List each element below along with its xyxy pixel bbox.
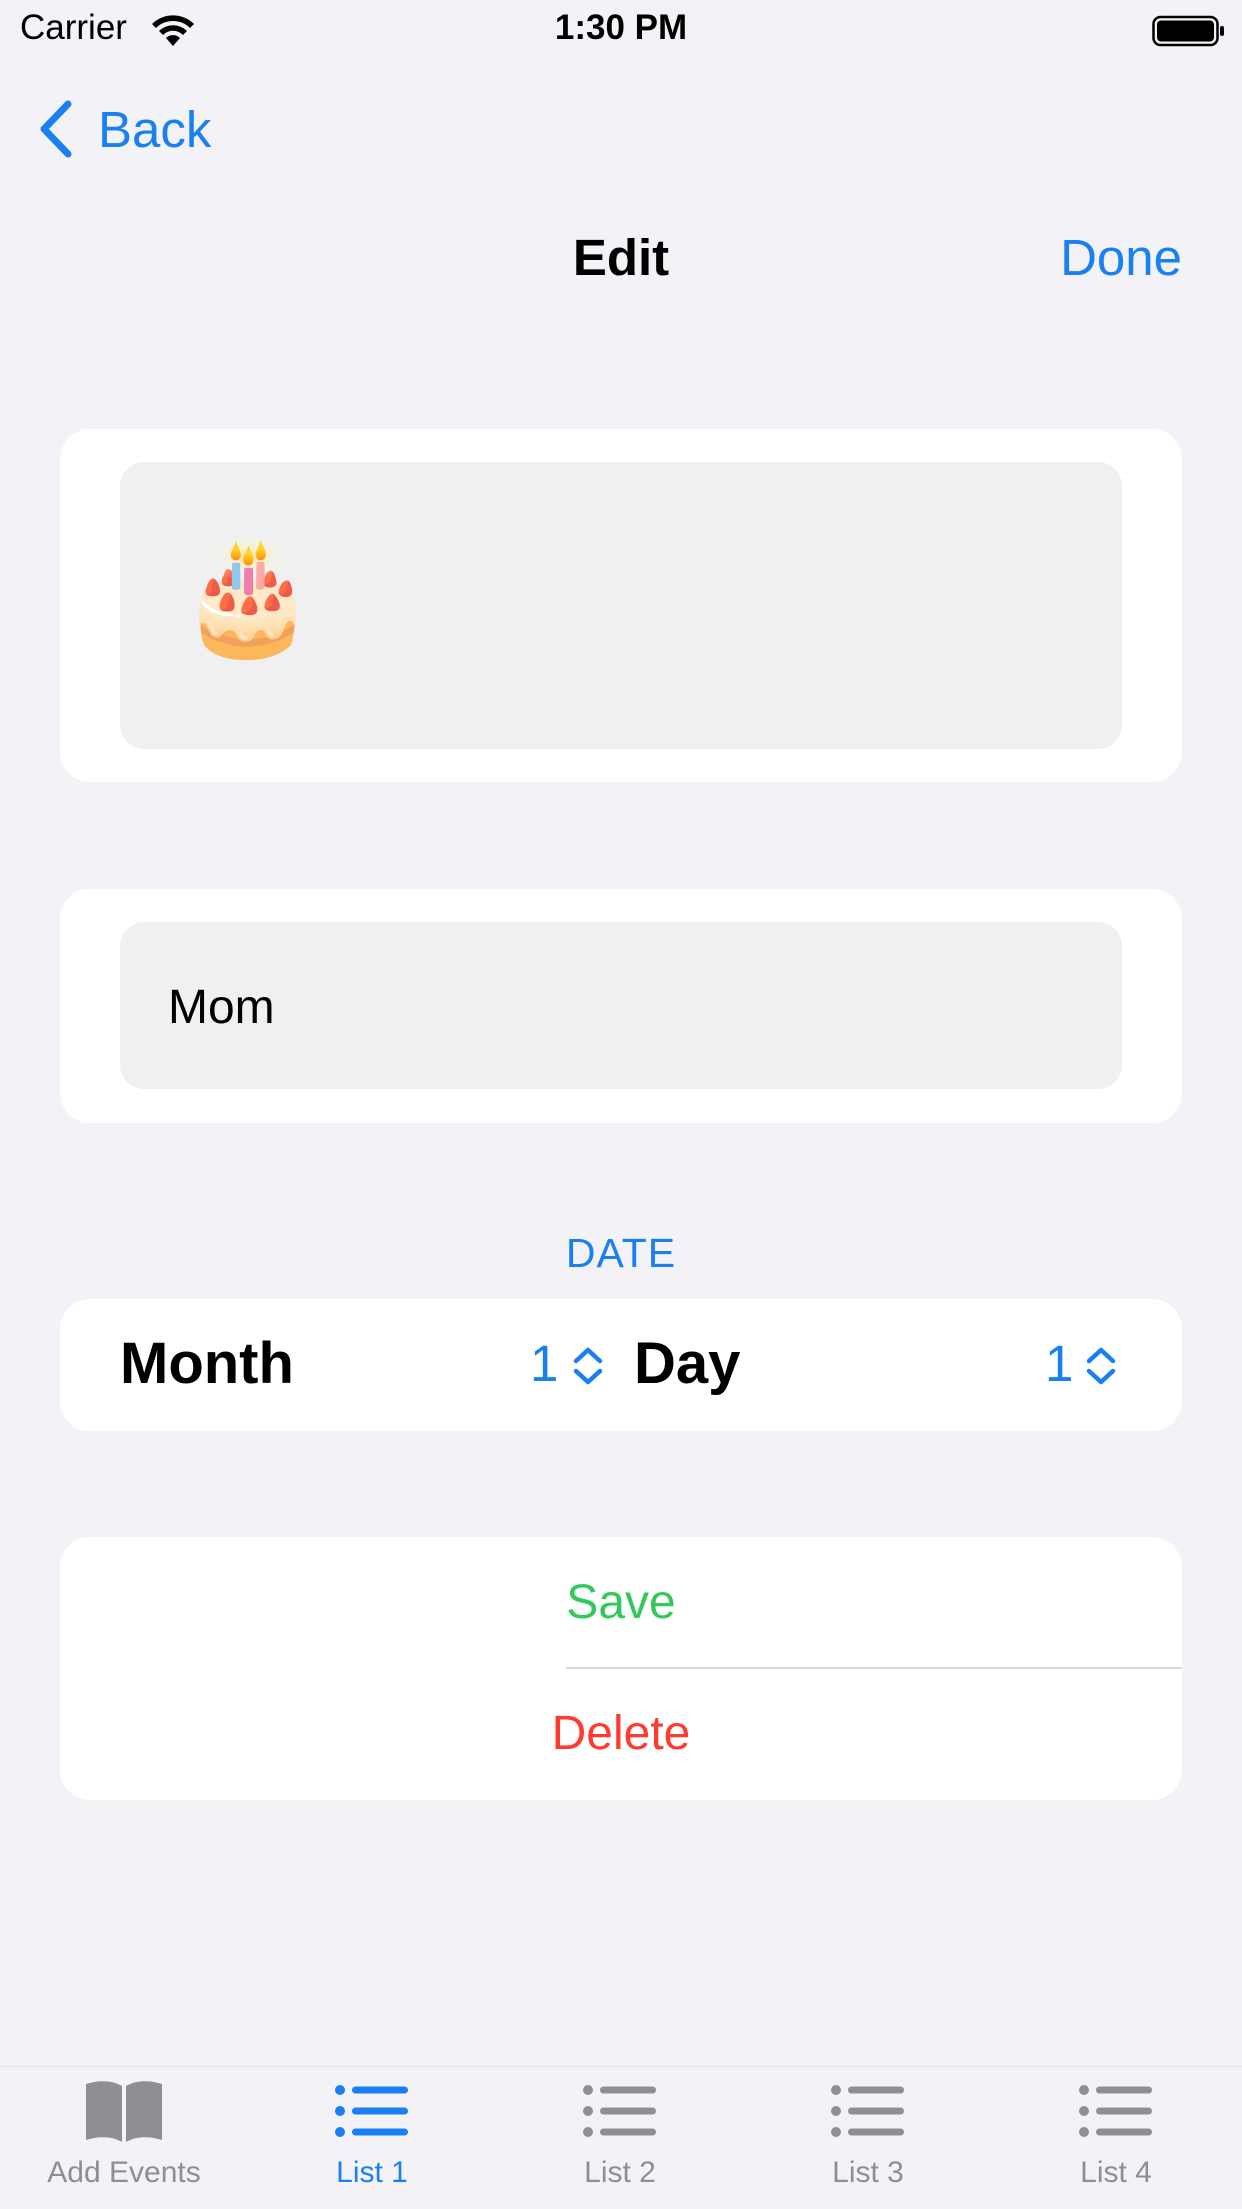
tab-label: List 3: [832, 2156, 904, 2189]
tab-label: List 1: [336, 2156, 408, 2189]
emoji-value: 🎂: [178, 533, 318, 658]
page-title: Edit: [572, 229, 670, 286]
book-icon: [86, 2081, 162, 2142]
month-value[interactable]: 1: [530, 1334, 558, 1393]
back-label: Back: [98, 100, 212, 158]
list-icon: [831, 2085, 904, 2137]
back-button[interactable]: Back: [36, 94, 211, 164]
day-label: Day: [634, 1331, 741, 1396]
actions-divider: [566, 1667, 1182, 1669]
battery-icon: [1152, 15, 1224, 47]
done-button[interactable]: Done: [1060, 228, 1182, 287]
tab-label: Add Events: [47, 2156, 201, 2189]
list-icon: [583, 2085, 656, 2137]
chevron-left-icon: [40, 100, 72, 158]
list-icon: [335, 2085, 408, 2137]
status-time: 1:30 PM: [554, 8, 688, 47]
delete-button[interactable]: Delete: [0, 1706, 1242, 1761]
tab-list-2[interactable]: List 2: [500, 2076, 740, 2208]
tab-list-3[interactable]: List 3: [748, 2076, 988, 2208]
tab-label: List 4: [1080, 2156, 1152, 2189]
tab-add-events[interactable]: Add Events: [4, 2076, 244, 2208]
tab-list-4[interactable]: List 4: [996, 2076, 1236, 2208]
month-label: Month: [120, 1331, 294, 1396]
tab-list-1[interactable]: List 1: [252, 2076, 492, 2208]
list-icon: [1079, 2085, 1152, 2137]
tab-label: List 2: [584, 2156, 656, 2189]
month-stepper-icon[interactable]: [570, 1345, 606, 1387]
day-value[interactable]: 1: [1045, 1334, 1073, 1393]
date-section-header: DATE: [565, 1230, 677, 1276]
save-button[interactable]: Save: [0, 1575, 1242, 1630]
day-stepper-icon[interactable]: [1083, 1345, 1119, 1387]
name-value: Mom: [168, 981, 275, 1034]
